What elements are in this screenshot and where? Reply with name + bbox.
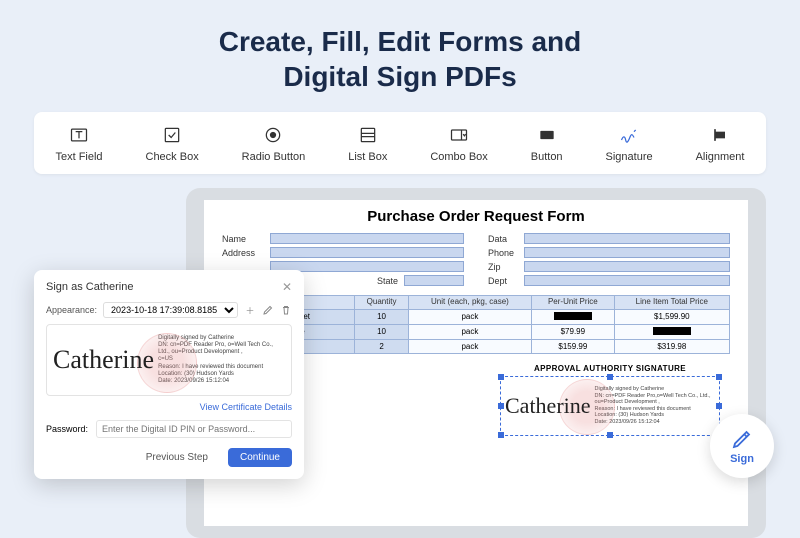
- view-certificate-link[interactable]: View Certificate Details: [46, 402, 292, 412]
- sign-fab[interactable]: Sign: [710, 414, 774, 478]
- continue-button[interactable]: Continue: [228, 448, 292, 467]
- preview-name: Catherine: [53, 345, 154, 375]
- add-appearance-icon[interactable]: ＋: [244, 303, 256, 317]
- label-state: State: [377, 276, 398, 286]
- tool-label: Button: [531, 151, 563, 163]
- tool-label: Combo Box: [430, 151, 487, 163]
- tool-check-box[interactable]: Check Box: [146, 124, 199, 163]
- radio-button-icon: [262, 124, 284, 146]
- appearance-select[interactable]: 2023-10-18 17:39:08.8185: [103, 302, 238, 318]
- signature-field[interactable]: Catherine Digitally signed by Catherine …: [500, 376, 720, 436]
- label-name: Name: [222, 234, 264, 244]
- tool-button[interactable]: OK Button: [531, 124, 563, 163]
- list-box-icon: [357, 124, 379, 146]
- delete-appearance-icon[interactable]: [280, 303, 292, 317]
- button-icon: OK: [536, 124, 558, 146]
- svg-text:OK: OK: [542, 133, 551, 139]
- tool-label: List Box: [348, 151, 387, 163]
- dialog-title: Sign as Catherine: [46, 281, 133, 293]
- tool-combo-box[interactable]: Combo Box: [430, 124, 487, 163]
- previous-step-button[interactable]: Previous Step: [134, 448, 220, 467]
- forms-toolbar: Text Field Check Box Radio Button List B…: [34, 112, 766, 174]
- input-data[interactable]: [524, 233, 730, 244]
- approval-section: APPROVAL AUTHORITY SIGNATURE Catherine D…: [500, 364, 720, 436]
- input-state[interactable]: [404, 275, 464, 286]
- label-phone: Phone: [488, 248, 518, 258]
- input-dept[interactable]: [524, 275, 730, 286]
- sign-dialog: Sign as Catherine ✕ Appearance: 2023-10-…: [34, 270, 304, 479]
- tool-label: Check Box: [146, 151, 199, 163]
- document-title: Purchase Order Request Form: [222, 208, 730, 225]
- edit-appearance-icon[interactable]: [262, 303, 274, 317]
- signature-icon: [618, 124, 640, 146]
- tool-label: Alignment: [696, 151, 745, 163]
- signature-preview: Catherine Digitally signed by Catherine …: [46, 324, 292, 396]
- input-zip[interactable]: [524, 261, 730, 272]
- label-data: Data: [488, 234, 518, 244]
- tool-label: Text Field: [55, 151, 102, 163]
- tool-radio-button[interactable]: Radio Button: [242, 124, 306, 163]
- tool-list-box[interactable]: List Box: [348, 124, 387, 163]
- appearance-label: Appearance:: [46, 305, 97, 315]
- password-label: Password:: [46, 424, 88, 434]
- label-address: Address: [222, 248, 264, 258]
- password-input[interactable]: [96, 420, 292, 438]
- input-phone[interactable]: [524, 247, 730, 258]
- tool-signature[interactable]: Signature: [606, 124, 653, 163]
- hero-title: Create, Fill, Edit Forms andDigital Sign…: [0, 0, 800, 112]
- tool-label: Radio Button: [242, 151, 306, 163]
- tool-alignment[interactable]: Alignment: [696, 124, 745, 163]
- close-icon[interactable]: ✕: [282, 280, 292, 294]
- tool-label: Signature: [606, 151, 653, 163]
- input-address[interactable]: [270, 247, 464, 258]
- signature-name: Catherine: [505, 393, 591, 419]
- text-field-icon: [68, 124, 90, 146]
- input-name[interactable]: [270, 233, 464, 244]
- label-dept: Dept: [488, 276, 518, 286]
- approval-title: APPROVAL AUTHORITY SIGNATURE: [500, 364, 720, 373]
- label-zip: Zip: [488, 262, 518, 272]
- check-box-icon: [161, 124, 183, 146]
- fab-label: Sign: [730, 453, 754, 465]
- pen-icon: [730, 427, 754, 451]
- tool-text-field[interactable]: Text Field: [55, 124, 102, 163]
- combo-box-icon: [448, 124, 470, 146]
- alignment-icon: [709, 124, 731, 146]
